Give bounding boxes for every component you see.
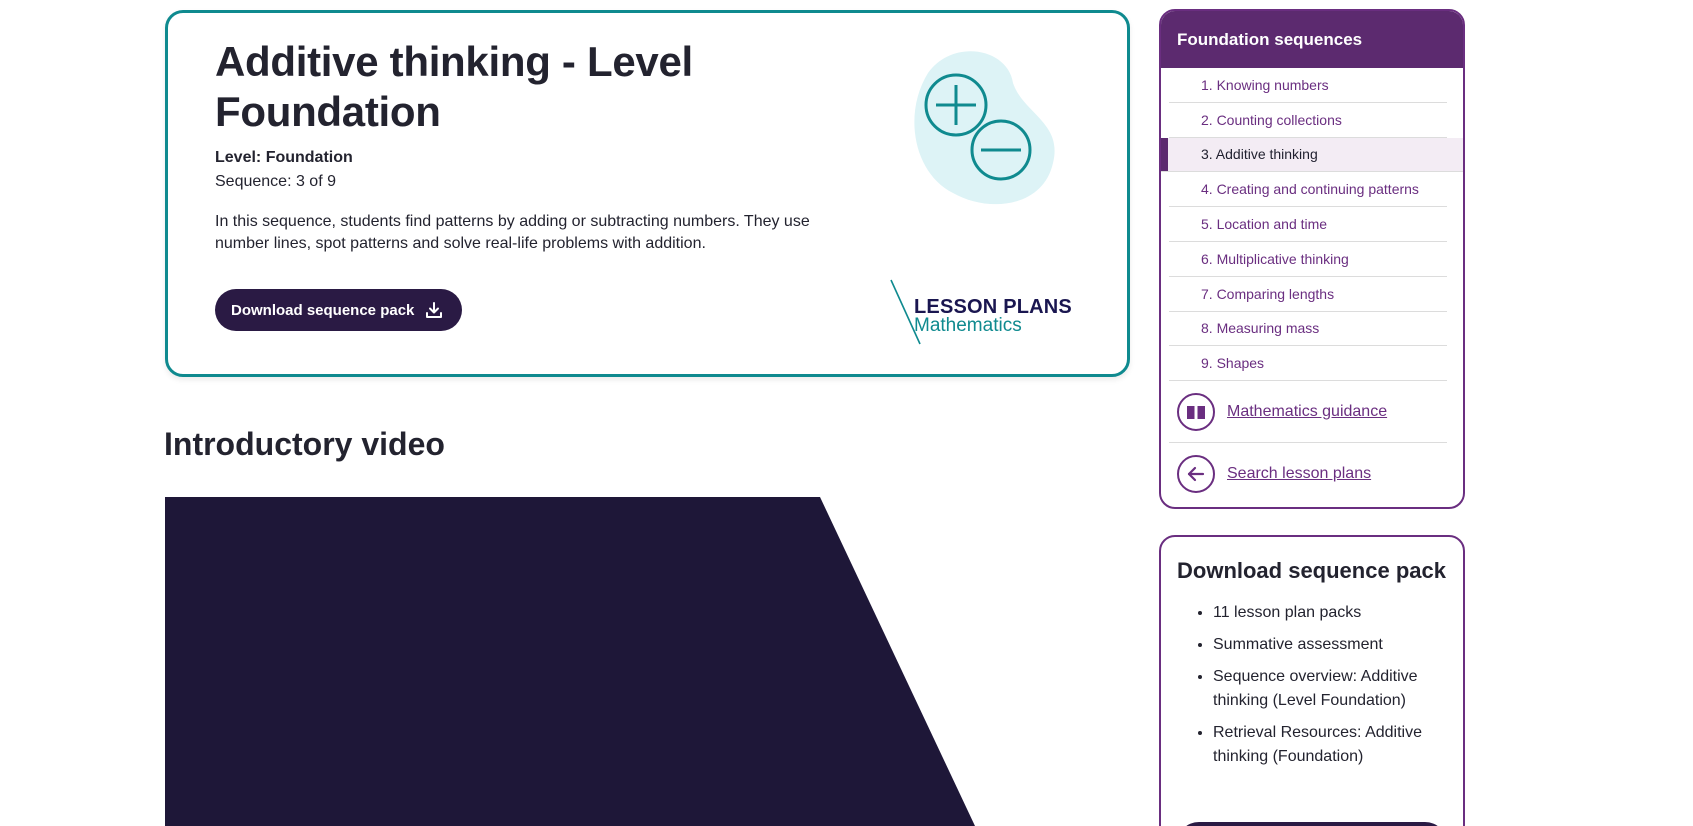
video-player[interactable] xyxy=(165,497,1130,826)
plus-minus-icon xyxy=(914,51,1055,205)
list-item: Summative assessment xyxy=(1213,633,1447,657)
download-sequence-pack-panel: Download sequence pack 11 lesson plan pa… xyxy=(1159,535,1465,826)
sequence-description: In this sequence, students find patterns… xyxy=(215,213,810,252)
introductory-video-heading: Introductory video xyxy=(164,426,445,462)
guidance-link-row: Mathematics guidance xyxy=(1169,381,1447,444)
sidebar-item-additive-thinking[interactable]: 3. Additive thinking xyxy=(1161,137,1463,173)
sidebar-item-counting-collections[interactable]: 2. Counting collections xyxy=(1169,103,1447,138)
download-button-label: Download sequence pack xyxy=(231,301,415,319)
sidebar-item-comparing-lengths[interactable]: 7. Comparing lengths xyxy=(1169,277,1447,312)
download-panel-title: Download sequence pack xyxy=(1177,558,1446,583)
page-title: Additive thinking - Level Foundation xyxy=(215,38,693,135)
download-sequence-pack-button[interactable]: Download sequence pack xyxy=(215,289,463,331)
list-item: Sequence overview: Additive thinking (Le… xyxy=(1213,665,1447,713)
video-thumbnail xyxy=(165,497,975,826)
download-contents-list: 11 lesson plan packs Summative assessmen… xyxy=(1177,601,1447,769)
lesson-plans-logo: LESSON PLANS Mathematics xyxy=(888,278,1088,358)
sidebar-item-location-time[interactable]: 5. Location and time xyxy=(1169,207,1447,242)
sidebar-item-shapes[interactable]: 9. Shapes xyxy=(1169,346,1447,382)
logo-line-2: Mathematics xyxy=(914,315,1022,336)
download-icon xyxy=(426,302,443,318)
sidebar-item-measuring-mass[interactable]: 8. Measuring mass xyxy=(1169,312,1447,347)
sidebar-item-knowing-numbers[interactable]: 1. Knowing numbers xyxy=(1169,68,1447,103)
mathematics-guidance-link[interactable]: Mathematics guidance xyxy=(1227,403,1387,421)
sidebar-item-creating-patterns[interactable]: 4. Creating and continuing patterns xyxy=(1169,172,1447,208)
foundation-sequences-nav: Foundation sequences 1. Knowing numbers … xyxy=(1159,9,1465,509)
sequence-list: 1. Knowing numbers 2. Counting collectio… xyxy=(1161,68,1463,382)
sidebar-title: Foundation sequences xyxy=(1161,11,1463,68)
search-link-row: Search lesson plans xyxy=(1169,443,1447,505)
list-item: Retrieval Resources: Additive thinking (… xyxy=(1213,721,1447,769)
search-lesson-plans-link[interactable]: Search lesson plans xyxy=(1227,465,1371,483)
book-icon xyxy=(1177,392,1215,431)
sequence-hero-card: Additive thinking - Level Foundation Lev… xyxy=(165,10,1130,377)
sequence-label: Sequence: 3 of 9 xyxy=(215,173,336,190)
arrow-left-icon xyxy=(1177,455,1215,494)
download-panel-button[interactable] xyxy=(1177,822,1447,826)
list-item: 11 lesson plan packs xyxy=(1213,601,1447,625)
level-label: Level: Foundation xyxy=(215,149,353,166)
sidebar-item-multiplicative-thinking[interactable]: 6. Multiplicative thinking xyxy=(1169,242,1447,277)
